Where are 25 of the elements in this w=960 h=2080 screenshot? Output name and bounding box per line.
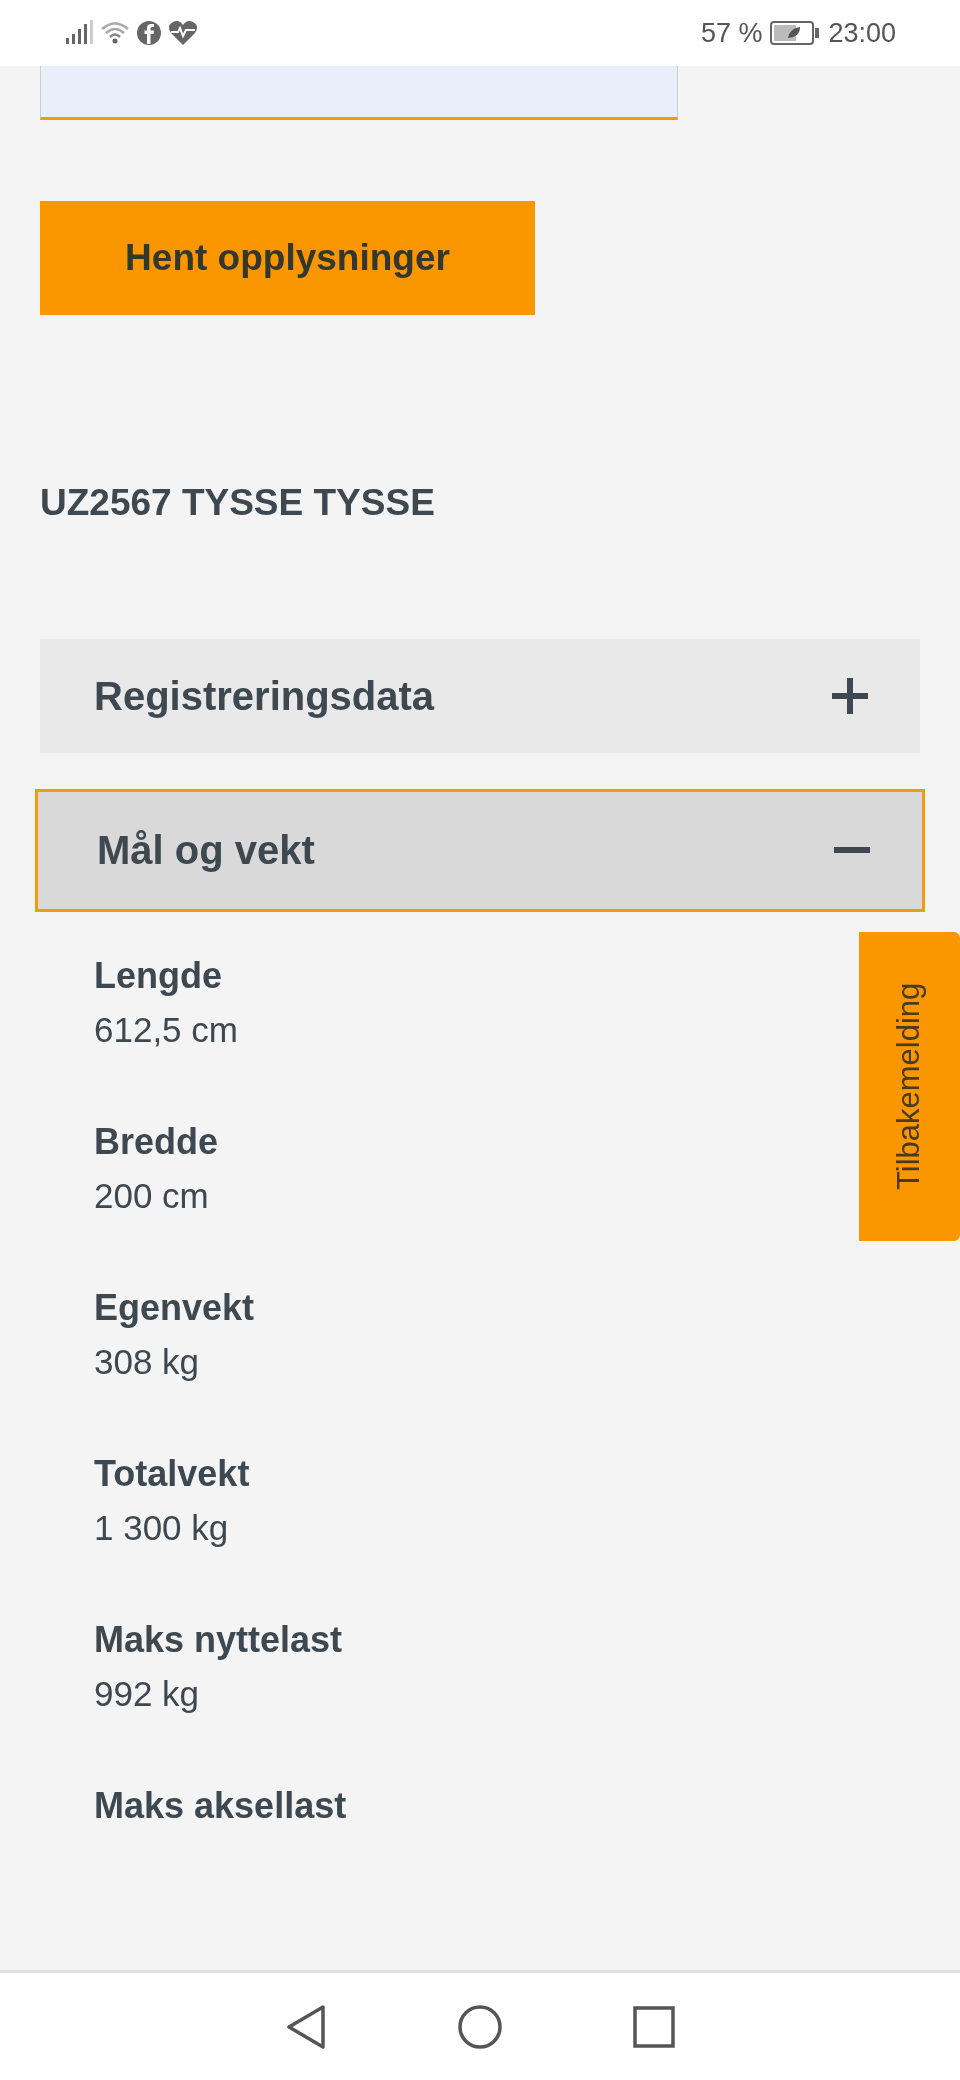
field-label: Maks aksellast bbox=[94, 1783, 348, 1828]
field-value: 992 kg bbox=[94, 1672, 201, 1715]
wifi-icon bbox=[100, 20, 130, 46]
accordion-header[interactable]: Registreringsdata bbox=[40, 638, 920, 753]
clock: 23:00 bbox=[828, 16, 896, 50]
battery-icon bbox=[770, 20, 821, 46]
signal-icon bbox=[64, 20, 94, 46]
field-label: Totalvekt bbox=[94, 1451, 251, 1496]
minus-icon bbox=[834, 847, 870, 853]
field-value: 308 kg bbox=[94, 1340, 201, 1383]
battery-percent: 57 % bbox=[700, 16, 763, 50]
registration-input[interactable] bbox=[40, 66, 678, 120]
plus-icon bbox=[832, 677, 868, 714]
recents-icon[interactable] bbox=[633, 2005, 675, 2048]
field-label: Egenvekt bbox=[94, 1285, 256, 1330]
heart-rate-icon bbox=[168, 20, 198, 46]
home-icon[interactable] bbox=[457, 2003, 503, 2050]
feedback-tab[interactable]: Tilbakemelding bbox=[859, 932, 960, 1241]
vehicle-title: UZ2567 TYSSE TYSSE bbox=[40, 481, 436, 525]
lookup-button[interactable]: Hent opplysninger bbox=[40, 201, 535, 315]
accordion-header[interactable]: Mål og vekt bbox=[35, 788, 925, 912]
field-value: 1 300 kg bbox=[94, 1506, 230, 1549]
back-icon[interactable] bbox=[285, 2003, 327, 2050]
facebook-icon bbox=[136, 20, 162, 46]
field-label: Maks nyttelast bbox=[94, 1617, 344, 1662]
